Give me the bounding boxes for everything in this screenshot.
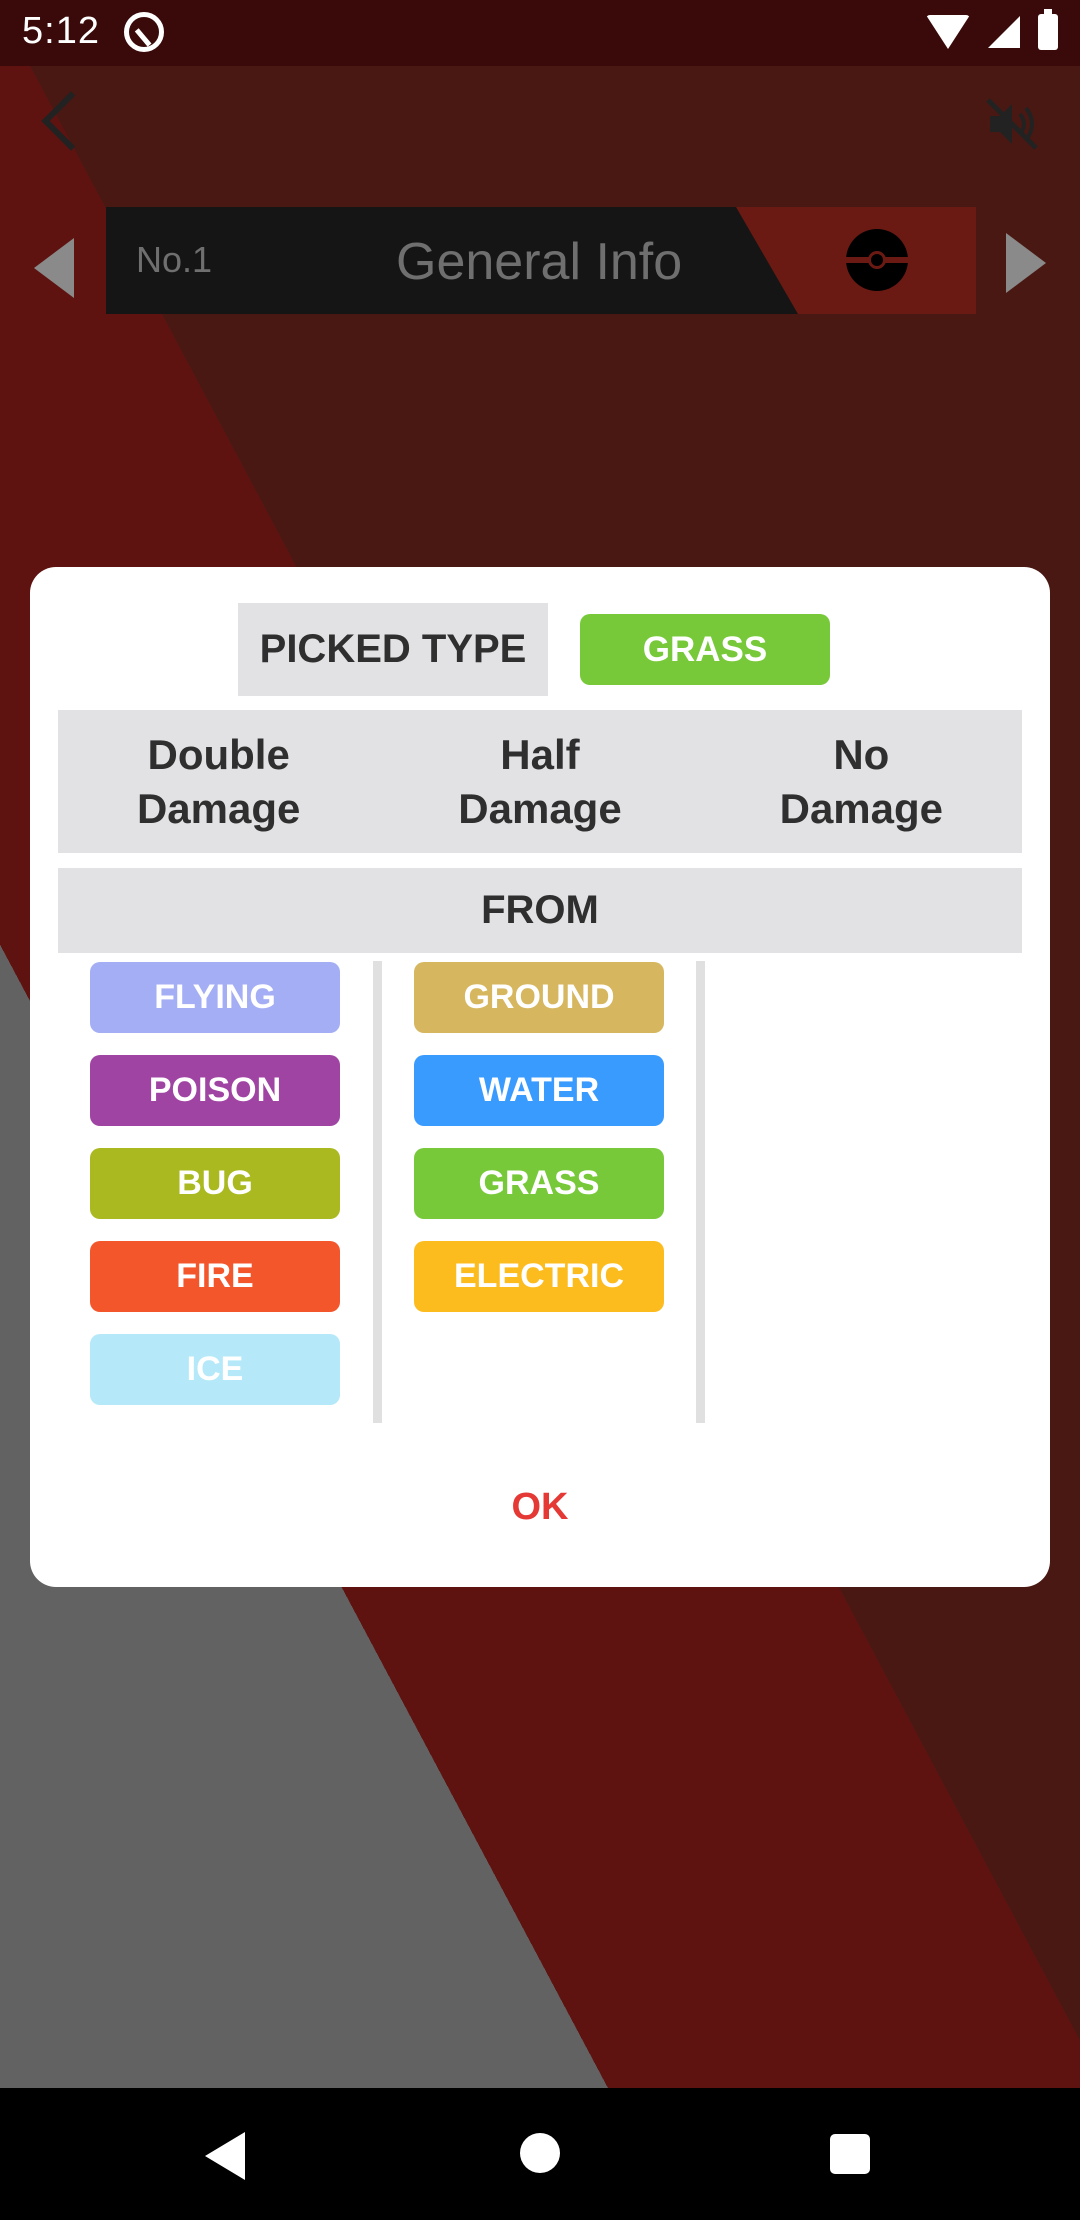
picked-type-label: PICKED TYPE	[238, 603, 548, 696]
previous-arrow-icon[interactable]	[34, 238, 74, 298]
back-arrow-icon[interactable]	[41, 91, 101, 151]
status-bar: 5:12	[0, 0, 1080, 66]
type-chip-bug[interactable]: BUG	[90, 1148, 340, 1219]
status-icons	[926, 9, 1058, 50]
column-divider	[373, 961, 382, 1423]
half-damage-column: GROUND WATER GRASS ELECTRIC	[414, 962, 664, 1422]
damage-header-row: Double Damage Half Damage No Damage	[58, 710, 1022, 853]
header-double-damage: Double Damage	[136, 730, 301, 832]
double-damage-column: FLYING POISON BUG FIRE ICE	[90, 962, 340, 1422]
nav-recents-icon[interactable]	[830, 2134, 870, 2174]
no-damage-column	[738, 962, 988, 1422]
type-effectiveness-dialog: PICKED TYPE GRASS Double Damage Half Dam…	[30, 567, 1050, 1587]
status-time: 5:12	[22, 10, 100, 52]
general-info-bar: No.1 General Info	[106, 207, 976, 314]
signal-icon	[988, 16, 1020, 48]
battery-icon	[1038, 9, 1058, 50]
header-half-damage: Half Damage	[458, 730, 622, 832]
mute-icon[interactable]	[984, 96, 1040, 152]
type-chip-ice[interactable]: ICE	[90, 1334, 340, 1405]
type-chip-electric[interactable]: ELECTRIC	[414, 1241, 664, 1312]
pokeball-icon	[846, 229, 908, 291]
type-chip-flying[interactable]: FLYING	[90, 962, 340, 1033]
type-chip-water[interactable]: WATER	[414, 1055, 664, 1126]
type-chip-grass[interactable]: GRASS	[414, 1148, 664, 1219]
next-arrow-icon[interactable]	[1006, 233, 1046, 293]
info-bar-title: General Info	[396, 233, 683, 291]
navigation-bar	[0, 2088, 1080, 2220]
type-chip-ground[interactable]: GROUND	[414, 962, 664, 1033]
picked-type-badge: GRASS	[580, 614, 830, 685]
from-label: FROM	[58, 868, 1022, 953]
column-divider	[696, 961, 705, 1423]
type-chip-fire[interactable]: FIRE	[90, 1241, 340, 1312]
nav-back-icon[interactable]	[205, 2132, 245, 2180]
wifi-icon	[926, 15, 970, 49]
ok-button[interactable]: OK	[485, 1467, 595, 1547]
notification-app-icon	[124, 12, 164, 52]
header-no-damage: No Damage	[779, 730, 944, 832]
nav-home-icon[interactable]	[520, 2133, 560, 2173]
app-toolbar	[0, 66, 1080, 186]
pokemon-number: No.1	[136, 239, 213, 280]
type-chip-poison[interactable]: POISON	[90, 1055, 340, 1126]
